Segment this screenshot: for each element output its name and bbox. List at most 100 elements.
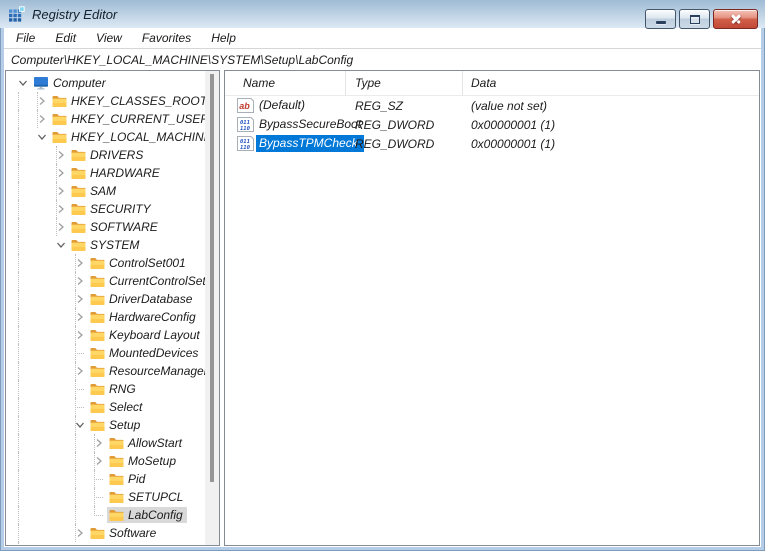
tree-item-controlset001[interactable]: ControlSet001 — [6, 254, 219, 272]
tree-expander[interactable] — [71, 524, 88, 542]
tree-node-body[interactable]: SAM — [69, 183, 120, 199]
tree-expander[interactable] — [33, 92, 50, 110]
tree-expander[interactable] — [14, 74, 31, 92]
tree-item-resourcemanager[interactable]: ResourceManager — [6, 362, 219, 380]
tree-item-mounteddevices[interactable]: MountedDevices — [6, 344, 219, 362]
registry-values-pane[interactable]: Name Type Data ab (Default) REG_SZ (value not… — [224, 70, 760, 546]
column-header-data[interactable]: Data — [463, 71, 759, 95]
tree-node-body[interactable]: Software — [88, 525, 160, 541]
menu-item-help[interactable]: Help — [201, 29, 246, 48]
tree-item-hkey-local-machine[interactable]: HKEY_LOCAL_MACHINE — [6, 128, 219, 146]
tree-item-currentcontrolset[interactable]: CurrentControlSet — [6, 272, 219, 290]
tree-node-body[interactable]: RNG — [88, 381, 140, 397]
tree-item-hkey-current-user[interactable]: HKEY_CURRENT_USER — [6, 110, 219, 128]
tree-node-body[interactable]: HARDWARE — [69, 165, 164, 181]
tree-expander[interactable] — [71, 254, 88, 272]
tree-expander[interactable] — [33, 128, 50, 146]
tree-node-body[interactable]: Computer — [31, 75, 110, 91]
tree-expander[interactable] — [71, 308, 88, 326]
tree-expander[interactable] — [52, 146, 69, 164]
menu-item-favorites[interactable]: Favorites — [132, 29, 201, 48]
tree-node-body[interactable]: Select — [88, 399, 146, 415]
tree-item-keyboard-layout[interactable]: Keyboard Layout — [6, 326, 219, 344]
tree-item-hardware[interactable]: HARDWARE — [6, 164, 219, 182]
tree-node-body[interactable]: MountedDevices — [88, 345, 202, 361]
address-path[interactable]: Computer\HKEY_LOCAL_MACHINE\SYSTEM\Setup… — [11, 53, 353, 67]
tree-expander[interactable] — [52, 218, 69, 236]
tree-node-body[interactable]: HKEY_LOCAL_MACHINE — [50, 129, 216, 145]
tree-expander[interactable] — [71, 362, 88, 380]
maximize-button[interactable] — [679, 9, 710, 29]
tree-expander[interactable] — [90, 452, 107, 470]
tree-item-setupcl[interactable]: SETUPCL — [6, 488, 219, 506]
tree-node-body[interactable]: ControlSet001 — [88, 255, 190, 271]
tree-item-setup[interactable]: Setup — [6, 416, 219, 434]
tree-expander[interactable] — [71, 290, 88, 308]
tree-node-body[interactable]: MoSetup — [107, 453, 180, 469]
tree-expander[interactable] — [52, 200, 69, 218]
tree-node-body[interactable]: AllowStart — [107, 435, 186, 451]
tree-item-hardwareconfig[interactable]: HardwareConfig — [6, 308, 219, 326]
tree-expander[interactable] — [71, 326, 88, 344]
tree-node-body[interactable]: SETUPCL — [107, 489, 187, 505]
tree-node-body[interactable]: Setup — [88, 417, 144, 433]
tree-node-body[interactable]: LabConfig — [107, 507, 187, 523]
minimize-icon — [655, 21, 666, 24]
tree-node-body[interactable]: HardwareConfig — [88, 309, 200, 325]
registry-value-row--default-[interactable]: ab (Default) REG_SZ (value not set) — [225, 96, 759, 115]
tree-node-body[interactable]: Pid — [107, 471, 149, 487]
close-button[interactable] — [713, 9, 758, 29]
registry-value-row-bypasssecureboot[interactable]: 011 110 BypassSecureBoot REG_DWORD 0x0000000… — [225, 115, 759, 134]
tree-item-security[interactable]: SECURITY — [6, 200, 219, 218]
menu-item-edit[interactable]: Edit — [45, 29, 86, 48]
tree-node-body[interactable]: ResourceManager — [88, 363, 212, 379]
tree-node-body[interactable]: Keyboard Layout — [88, 327, 204, 343]
tree-item-select[interactable]: Select — [6, 398, 219, 416]
menu-item-file[interactable]: File — [6, 29, 45, 48]
tree-item-system[interactable]: SYSTEM — [6, 236, 219, 254]
tree-item-software[interactable]: SOFTWARE — [6, 218, 219, 236]
tree-expander[interactable] — [52, 236, 69, 254]
tree-item-driverdatabase[interactable]: DriverDatabase — [6, 290, 219, 308]
tree-item-drivers[interactable]: DRIVERS — [6, 146, 219, 164]
title-bar[interactable]: Registry Editor — [0, 0, 765, 29]
tree-item-labconfig[interactable]: LabConfig — [6, 506, 219, 524]
tree-node-body[interactable]: DriverDatabase — [88, 291, 196, 307]
tree-node-body[interactable]: WPA — [88, 543, 139, 545]
tree-item-allowstart[interactable]: AllowStart — [6, 434, 219, 452]
menu-item-view[interactable]: View — [86, 29, 132, 48]
tree-expander[interactable] — [71, 272, 88, 290]
tree-expander[interactable] — [33, 110, 50, 128]
tree-guide-line — [18, 434, 19, 452]
tree-item-wpa[interactable]: WPA — [6, 542, 219, 545]
address-bar[interactable]: Computer\HKEY_LOCAL_MACHINE\SYSTEM\Setup… — [4, 49, 761, 70]
tree-item-hkey-classes-root[interactable]: HKEY_CLASSES_ROOT — [6, 92, 219, 110]
registry-tree-pane[interactable]: Computer HKEY_CLASSES_ROOT HKEY_CURRENT_US… — [5, 70, 220, 546]
tree-expander[interactable] — [90, 434, 107, 452]
tree-node-body[interactable]: DRIVERS — [69, 147, 147, 163]
tree-scrollbar-thumb[interactable] — [210, 74, 214, 482]
minimize-button[interactable] — [645, 9, 676, 29]
tree-scrollbar[interactable] — [205, 71, 219, 545]
registry-value-row-bypasstpmcheck[interactable]: 011 110 BypassTPMCheck REG_DWORD 0x00000001 … — [225, 134, 759, 153]
tree-expander[interactable] — [52, 182, 69, 200]
tree-item-mosetup[interactable]: MoSetup — [6, 452, 219, 470]
tree-item-pid[interactable]: Pid — [6, 470, 219, 488]
tree-node-body[interactable]: SYSTEM — [69, 237, 143, 253]
column-header-type[interactable]: Type — [346, 71, 463, 95]
tree-expander[interactable] — [71, 542, 88, 545]
tree-node-body[interactable]: HKEY_CURRENT_USER — [50, 111, 213, 127]
tree-node-body[interactable]: SOFTWARE — [69, 219, 162, 235]
tree-expander[interactable] — [71, 416, 88, 434]
tree-item-software[interactable]: Software — [6, 524, 219, 542]
tree-node-body[interactable]: HKEY_CLASSES_ROOT — [50, 93, 211, 109]
tree-node-body[interactable]: SECURITY — [69, 201, 155, 217]
column-header-name[interactable]: Name — [225, 71, 346, 95]
tree-node-body[interactable]: CurrentControlSet — [88, 273, 210, 289]
tree-item-computer[interactable]: Computer — [6, 74, 219, 92]
tree-item-sam[interactable]: SAM — [6, 182, 219, 200]
tree-expander[interactable] — [52, 164, 69, 182]
tree-item-rng[interactable]: RNG — [6, 380, 219, 398]
folder-icon — [71, 221, 86, 234]
